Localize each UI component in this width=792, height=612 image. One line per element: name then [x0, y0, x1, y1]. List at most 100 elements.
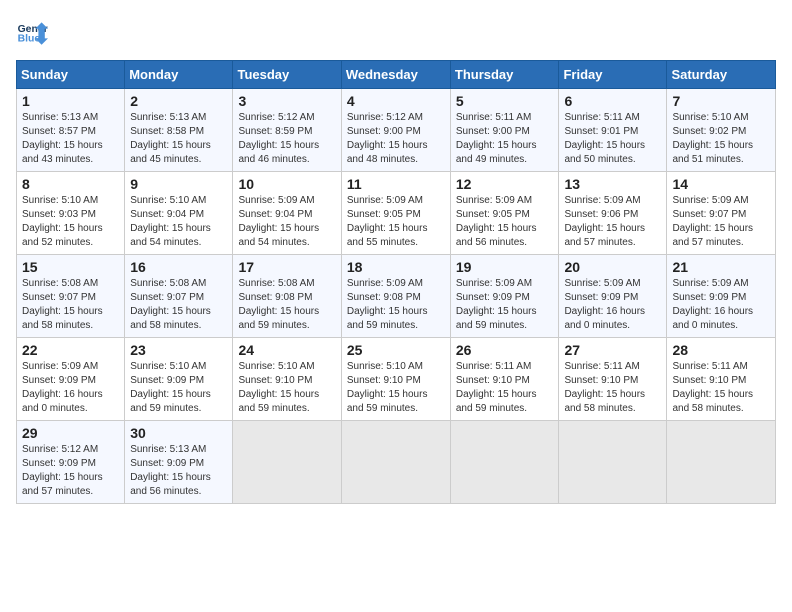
- calendar-cell: 29 Sunrise: 5:12 AMSunset: 9:09 PMDayligh…: [17, 421, 125, 504]
- calendar-cell: [233, 421, 341, 504]
- day-info: Sunrise: 5:12 AMSunset: 8:59 PMDaylight:…: [238, 111, 335, 167]
- day-number: 23: [130, 342, 227, 358]
- calendar-cell: 12 Sunrise: 5:09 AMSunset: 9:05 PMDayligh…: [450, 172, 559, 255]
- day-number: 3: [238, 93, 335, 109]
- day-info: Sunrise: 5:09 AMSunset: 9:05 PMDaylight:…: [347, 194, 445, 250]
- day-number: 26: [456, 342, 554, 358]
- logo-icon: General Blue: [16, 16, 48, 48]
- day-info: Sunrise: 5:09 AMSunset: 9:07 PMDaylight:…: [672, 194, 770, 250]
- day-info: Sunrise: 5:09 AMSunset: 9:09 PMDaylight:…: [456, 277, 554, 333]
- calendar-cell: 21 Sunrise: 5:09 AMSunset: 9:09 PMDayligh…: [667, 255, 776, 338]
- day-info: Sunrise: 5:10 AMSunset: 9:09 PMDaylight:…: [130, 360, 227, 416]
- day-number: 28: [672, 342, 770, 358]
- page-header: General Blue: [16, 16, 776, 48]
- calendar-cell: 3 Sunrise: 5:12 AMSunset: 8:59 PMDaylight…: [233, 89, 341, 172]
- day-info: Sunrise: 5:10 AMSunset: 9:10 PMDaylight:…: [238, 360, 335, 416]
- calendar-cell: [559, 421, 667, 504]
- calendar-cell: 23 Sunrise: 5:10 AMSunset: 9:09 PMDayligh…: [125, 338, 233, 421]
- calendar-header-friday: Friday: [559, 61, 667, 89]
- day-number: 12: [456, 176, 554, 192]
- day-number: 4: [347, 93, 445, 109]
- calendar-table: SundayMondayTuesdayWednesdayThursdayFrid…: [16, 60, 776, 504]
- calendar-week-2: 8 Sunrise: 5:10 AMSunset: 9:03 PMDaylight…: [17, 172, 776, 255]
- day-info: Sunrise: 5:13 AMSunset: 8:58 PMDaylight:…: [130, 111, 227, 167]
- day-info: Sunrise: 5:09 AMSunset: 9:09 PMDaylight:…: [672, 277, 770, 333]
- day-info: Sunrise: 5:12 AMSunset: 9:09 PMDaylight:…: [22, 443, 119, 499]
- calendar-cell: 4 Sunrise: 5:12 AMSunset: 9:00 PMDaylight…: [341, 89, 450, 172]
- calendar-cell: [667, 421, 776, 504]
- calendar-header-tuesday: Tuesday: [233, 61, 341, 89]
- calendar-cell: [450, 421, 559, 504]
- calendar-cell: 5Sunrise: 5:11 AMSunset: 9:00 PMDaylight…: [450, 89, 559, 172]
- calendar-header-row: SundayMondayTuesdayWednesdayThursdayFrid…: [17, 61, 776, 89]
- day-number: 14: [672, 176, 770, 192]
- day-number: 29: [22, 425, 119, 441]
- calendar-header-monday: Monday: [125, 61, 233, 89]
- day-info: Sunrise: 5:08 AMSunset: 9:08 PMDaylight:…: [238, 277, 335, 333]
- calendar-cell: 22 Sunrise: 5:09 AMSunset: 9:09 PMDayligh…: [17, 338, 125, 421]
- day-number: 21: [672, 259, 770, 275]
- calendar-week-5: 29 Sunrise: 5:12 AMSunset: 9:09 PMDayligh…: [17, 421, 776, 504]
- calendar-cell: 2 Sunrise: 5:13 AMSunset: 8:58 PMDaylight…: [125, 89, 233, 172]
- day-info: Sunrise: 5:11 AMSunset: 9:10 PMDaylight:…: [456, 360, 554, 416]
- day-number: 16: [130, 259, 227, 275]
- day-number: 18: [347, 259, 445, 275]
- calendar-cell: 13 Sunrise: 5:09 AMSunset: 9:06 PMDayligh…: [559, 172, 667, 255]
- calendar-cell: 27Sunrise: 5:11 AMSunset: 9:10 PMDayligh…: [559, 338, 667, 421]
- day-number: 22: [22, 342, 119, 358]
- day-number: 8: [22, 176, 119, 192]
- day-number: 2: [130, 93, 227, 109]
- day-number: 7: [672, 93, 770, 109]
- calendar-header-sunday: Sunday: [17, 61, 125, 89]
- calendar-cell: 24 Sunrise: 5:10 AMSunset: 9:10 PMDayligh…: [233, 338, 341, 421]
- calendar-week-1: 1 Sunrise: 5:13 AMSunset: 8:57 PMDaylight…: [17, 89, 776, 172]
- day-number: 1: [22, 93, 119, 109]
- day-info: Sunrise: 5:10 AMSunset: 9:04 PMDaylight:…: [130, 194, 227, 250]
- day-number: 19: [456, 259, 554, 275]
- day-number: 30: [130, 425, 227, 441]
- day-info: Sunrise: 5:09 AMSunset: 9:09 PMDaylight:…: [564, 277, 661, 333]
- calendar-cell: 28 Sunrise: 5:11 AMSunset: 9:10 PMDayligh…: [667, 338, 776, 421]
- day-info: Sunrise: 5:09 AMSunset: 9:08 PMDaylight:…: [347, 277, 445, 333]
- calendar-cell: 26 Sunrise: 5:11 AMSunset: 9:10 PMDayligh…: [450, 338, 559, 421]
- day-info: Sunrise: 5:10 AMSunset: 9:03 PMDaylight:…: [22, 194, 119, 250]
- day-number: 5: [456, 93, 554, 109]
- day-info: Sunrise: 5:11 AMSunset: 9:10 PMDaylight:…: [672, 360, 770, 416]
- calendar-cell: 25 Sunrise: 5:10 AMSunset: 9:10 PMDayligh…: [341, 338, 450, 421]
- calendar-cell: 20 Sunrise: 5:09 AMSunset: 9:09 PMDayligh…: [559, 255, 667, 338]
- day-info: Sunrise: 5:10 AMSunset: 9:10 PMDaylight:…: [347, 360, 445, 416]
- day-info: Sunrise: 5:08 AMSunset: 9:07 PMDaylight:…: [130, 277, 227, 333]
- day-info: Sunrise: 5:09 AMSunset: 9:06 PMDaylight:…: [564, 194, 661, 250]
- calendar-cell: 19 Sunrise: 5:09 AMSunset: 9:09 PMDayligh…: [450, 255, 559, 338]
- day-number: 13: [564, 176, 661, 192]
- day-info: Sunrise: 5:09 AMSunset: 9:05 PMDaylight:…: [456, 194, 554, 250]
- calendar-header-thursday: Thursday: [450, 61, 559, 89]
- calendar-cell: 11 Sunrise: 5:09 AMSunset: 9:05 PMDayligh…: [341, 172, 450, 255]
- calendar-week-3: 15 Sunrise: 5:08 AMSunset: 9:07 PMDayligh…: [17, 255, 776, 338]
- day-number: 24: [238, 342, 335, 358]
- calendar-cell: 10 Sunrise: 5:09 AMSunset: 9:04 PMDayligh…: [233, 172, 341, 255]
- day-number: 17: [238, 259, 335, 275]
- day-number: 20: [564, 259, 661, 275]
- day-info: Sunrise: 5:12 AMSunset: 9:00 PMDaylight:…: [347, 111, 445, 167]
- calendar-cell: 8 Sunrise: 5:10 AMSunset: 9:03 PMDaylight…: [17, 172, 125, 255]
- day-number: 15: [22, 259, 119, 275]
- day-info: Sunrise: 5:09 AMSunset: 9:09 PMDaylight:…: [22, 360, 119, 416]
- day-info: Sunrise: 5:13 AMSunset: 8:57 PMDaylight:…: [22, 111, 119, 167]
- calendar-cell: 16 Sunrise: 5:08 AMSunset: 9:07 PMDayligh…: [125, 255, 233, 338]
- day-info: Sunrise: 5:09 AMSunset: 9:04 PMDaylight:…: [238, 194, 335, 250]
- day-info: Sunrise: 5:11 AMSunset: 9:10 PMDaylight:…: [564, 360, 661, 416]
- day-number: 25: [347, 342, 445, 358]
- calendar-cell: [341, 421, 450, 504]
- logo: General Blue: [16, 16, 48, 48]
- day-number: 10: [238, 176, 335, 192]
- calendar-cell: 15 Sunrise: 5:08 AMSunset: 9:07 PMDayligh…: [17, 255, 125, 338]
- day-info: Sunrise: 5:08 AMSunset: 9:07 PMDaylight:…: [22, 277, 119, 333]
- day-info: Sunrise: 5:13 AMSunset: 9:09 PMDaylight:…: [130, 443, 227, 499]
- calendar-cell: 14 Sunrise: 5:09 AMSunset: 9:07 PMDayligh…: [667, 172, 776, 255]
- day-info: Sunrise: 5:10 AMSunset: 9:02 PMDaylight:…: [672, 111, 770, 167]
- calendar-cell: 17 Sunrise: 5:08 AMSunset: 9:08 PMDayligh…: [233, 255, 341, 338]
- calendar-header-wednesday: Wednesday: [341, 61, 450, 89]
- day-number: 11: [347, 176, 445, 192]
- day-number: 6: [564, 93, 661, 109]
